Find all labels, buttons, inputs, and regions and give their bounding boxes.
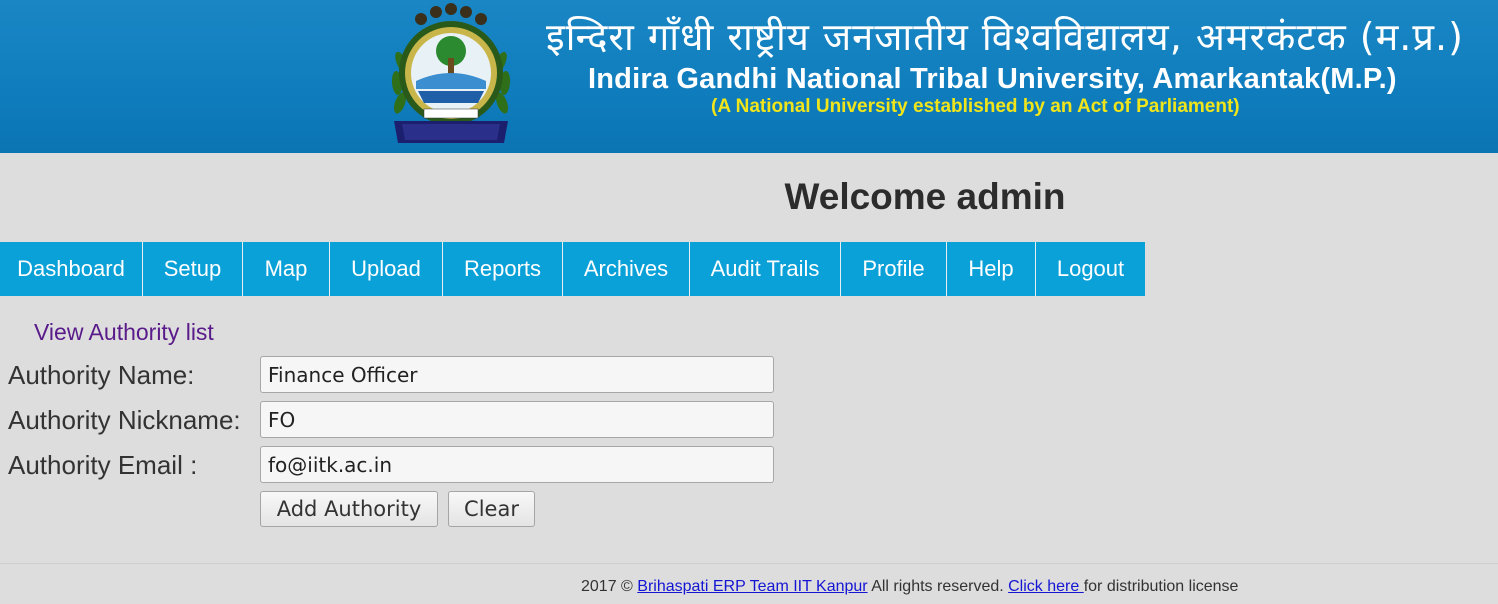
clear-button[interactable]: Clear <box>448 491 535 527</box>
footer-divider <box>0 563 1498 564</box>
nav-help[interactable]: Help <box>947 242 1036 296</box>
license-link[interactable]: Click here <box>1008 578 1084 595</box>
hindi-university-title: इन्दिरा गाँधी राष्ट्रीय जनजातीय विश्वविद… <box>546 15 1464 59</box>
footer: 2017 © Brihaspati ERP Team IIT Kanpur Al… <box>581 576 1238 598</box>
nav-reports[interactable]: Reports <box>443 242 563 296</box>
authority-name-label: Authority Name: <box>8 360 195 390</box>
nav-dashboard[interactable]: Dashboard <box>0 242 143 296</box>
brihaspati-team-link[interactable]: Brihaspati ERP Team IIT Kanpur <box>637 578 867 595</box>
authority-nickname-input[interactable] <box>260 401 774 438</box>
authority-name-input[interactable] <box>260 356 774 393</box>
welcome-heading: Welcome admin <box>784 176 1066 217</box>
header-banner: इन्दिरा गाँधी राष्ट्रीय जनजातीय विश्वविद… <box>0 0 1498 153</box>
nav-archives[interactable]: Archives <box>563 242 690 296</box>
main-navbar: Dashboard Setup Map Upload Reports Archi… <box>0 242 1145 296</box>
authority-email-input[interactable] <box>260 446 774 483</box>
nav-logout[interactable]: Logout <box>1036 242 1145 296</box>
nav-map[interactable]: Map <box>243 242 330 296</box>
nav-upload[interactable]: Upload <box>330 242 443 296</box>
footer-license-text: for distribution license <box>1083 578 1239 595</box>
nav-profile[interactable]: Profile <box>841 242 947 296</box>
view-authority-list-link[interactable]: View Authority list <box>34 318 214 346</box>
footer-rights-text: All rights reserved. <box>867 578 1009 595</box>
nav-audit-trails[interactable]: Audit Trails <box>690 242 841 296</box>
english-university-title: Indira Gandhi National Tribal University… <box>588 63 1397 95</box>
nav-setup[interactable]: Setup <box>143 242 243 296</box>
footer-copyright: 2017 © <box>581 578 638 595</box>
authority-email-label: Authority Email : <box>8 450 198 480</box>
university-seal-icon <box>391 3 511 143</box>
authority-nickname-label: Authority Nickname: <box>8 405 241 435</box>
add-authority-button[interactable]: Add Authority <box>260 491 438 527</box>
university-subtitle: (A National University established by an… <box>711 96 1240 117</box>
